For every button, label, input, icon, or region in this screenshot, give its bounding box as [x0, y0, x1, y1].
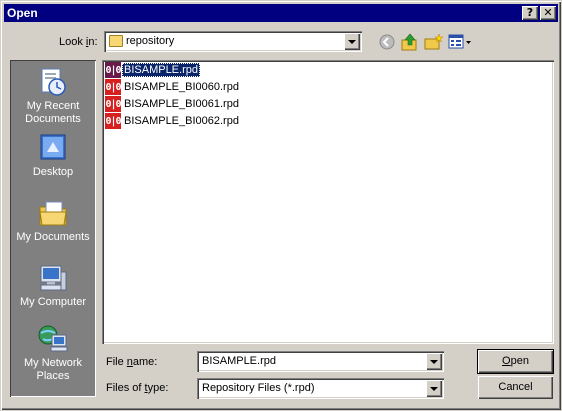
rpd-file-icon: 0|0 [105, 96, 122, 112]
new-folder-icon[interactable] [423, 32, 443, 52]
rpd-file-icon: 0|0 [105, 79, 122, 95]
my-documents-icon [39, 201, 67, 226]
place-my-network-places[interactable]: My Network Places [10, 323, 96, 383]
up-folder-icon[interactable] [400, 32, 420, 52]
look-in-value: repository [126, 35, 175, 47]
chevron-down-icon[interactable] [344, 33, 360, 50]
file-name-input[interactable]: BISAMPLE.rpd [197, 351, 444, 372]
look-in-dropdown[interactable]: repository [104, 31, 362, 52]
back-icon[interactable] [377, 32, 397, 52]
place-label: My Computer [19, 296, 87, 308]
my-computer-icon [40, 265, 67, 291]
chevron-down-icon[interactable] [426, 380, 442, 397]
rpd-file-icon: 0|0 [105, 62, 122, 78]
place-label: My Recent Documents [25, 100, 81, 125]
folder-icon [109, 35, 123, 47]
cancel-button[interactable]: Cancel [478, 376, 553, 399]
place-my-recent-documents[interactable]: My Recent Documents [10, 66, 96, 126]
place-my-computer[interactable]: My Computer [10, 262, 96, 309]
file-name-label: File name: [106, 356, 158, 368]
place-label: My Documents [16, 231, 90, 243]
place-label: Desktop [32, 166, 74, 178]
file-type-value: Repository Files (*.rpd) [202, 382, 315, 394]
file-item-bisample-bi0060-rpd[interactable]: 0|0 BISAMPLE_BI0060.rpd [105, 79, 241, 95]
file-item-bisample-rpd[interactable]: 0|0 BISAMPLE.rpd [105, 62, 200, 78]
place-desktop[interactable]: Desktop [10, 132, 96, 179]
places-bar: My Recent Documents Desktop My Documents [10, 60, 96, 397]
open-dialog: Open ? ✕ Look in: repository My Recent D… [0, 0, 562, 411]
file-name: BISAMPLE_BI0061.rpd [124, 98, 239, 110]
file-name-value[interactable]: BISAMPLE.rpd [202, 355, 276, 367]
desktop-icon [40, 134, 66, 160]
chevron-down-icon[interactable] [426, 353, 442, 370]
window-title: Open [7, 6, 38, 20]
help-button[interactable]: ? [522, 6, 538, 20]
file-name: BISAMPLE_BI0060.rpd [124, 81, 239, 93]
place-my-documents[interactable]: My Documents [10, 197, 96, 244]
file-name: BISAMPLE.rpd [122, 63, 200, 77]
title-bar: Open ? ✕ [4, 4, 558, 22]
file-type-dropdown[interactable]: Repository Files (*.rpd) [197, 378, 444, 399]
file-list[interactable]: 0|0 BISAMPLE.rpd 0|0 BISAMPLE_BI0060.rpd… [102, 60, 554, 344]
rpd-file-icon: 0|0 [105, 113, 122, 129]
place-label: My Network Places [23, 357, 83, 382]
file-name: BISAMPLE_BI0062.rpd [124, 115, 239, 127]
open-button[interactable]: Open [477, 349, 554, 374]
files-of-type-label: Files of type: [106, 382, 169, 394]
look-in-label: Look in: [59, 36, 98, 48]
file-item-bisample-bi0061-rpd[interactable]: 0|0 BISAMPLE_BI0061.rpd [105, 96, 241, 112]
close-button[interactable]: ✕ [540, 6, 556, 20]
view-menu-icon[interactable] [447, 32, 473, 52]
network-places-icon [38, 325, 68, 352]
file-item-bisample-bi0062-rpd[interactable]: 0|0 BISAMPLE_BI0062.rpd [105, 113, 241, 129]
recent-documents-icon [41, 68, 66, 96]
